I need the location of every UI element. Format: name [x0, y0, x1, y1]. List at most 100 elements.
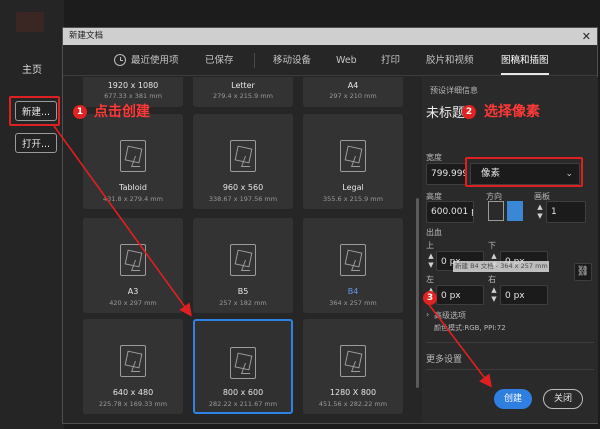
document-icon	[340, 244, 366, 276]
dialog-titlebar: 新建文档 ✕	[63, 28, 597, 45]
artboards-stepper-icon[interactable]: ▲ ▼	[536, 203, 544, 221]
advanced-options-toggle[interactable]: 高级选项	[434, 310, 466, 321]
preset-size: 338.67 x 197.56 mm	[208, 195, 278, 203]
bleed-right-stepper-icon[interactable]: ▲ ▼	[490, 286, 498, 304]
divider	[426, 342, 594, 343]
artboards-input[interactable]: 1	[546, 201, 586, 223]
document-icon	[340, 345, 366, 377]
preset-card[interactable]: A3 420 x 297 mm	[83, 218, 183, 313]
document-icon	[120, 345, 146, 377]
divider	[426, 369, 594, 370]
close-button[interactable]: 关闭	[543, 389, 583, 409]
preset-name: B4	[347, 287, 359, 296]
preset-name: 1920 x 1080	[107, 81, 159, 90]
preset-name: Legal	[342, 183, 364, 192]
preset-card[interactable]: Legal 355.6 x 215.9 mm	[303, 114, 403, 209]
portrait-orientation-icon[interactable]	[488, 201, 504, 221]
step-1-badge: 1	[73, 105, 87, 119]
preset-size: 257 x 182 mm	[219, 299, 267, 307]
document-icon	[230, 140, 256, 172]
step-2-badge: 2	[462, 105, 476, 119]
bleed-top-label: 上	[426, 241, 434, 250]
preset-name: 640 x 480	[112, 388, 154, 397]
preset-name: 800 x 600	[222, 388, 264, 397]
preset-size: 677.33 x 381 mm	[104, 92, 162, 100]
preset-name: Tabloid	[119, 183, 147, 192]
preset-size: 297 x 210 mm	[329, 92, 377, 100]
preset-size: 282.22 x 211.67 mm	[208, 400, 278, 408]
tab-mobile[interactable]: 移动设备	[273, 45, 311, 76]
color-mode-text: 颜色模式:RGB, PPI:72	[434, 324, 506, 332]
tab-web[interactable]: Web	[336, 45, 357, 76]
height-input[interactable]: 600.001 px	[426, 201, 474, 223]
preset-size: 225.78 x 169.33 mm	[98, 400, 168, 408]
preset-name: A4	[347, 81, 359, 90]
document-icon	[230, 347, 256, 379]
preset-grid: 1920 x 1080 677.33 x 381 mm Letter 279.4…	[72, 77, 414, 415]
preset-size: 355.6 x 215.9 mm	[323, 195, 383, 203]
bleed-left-label: 左	[426, 275, 434, 284]
document-icon	[120, 140, 146, 172]
tab-art-illustration[interactable]: 图稿和插图	[501, 45, 549, 76]
clock-icon	[114, 54, 126, 66]
document-icon	[120, 244, 146, 276]
width-input[interactable]: 799.999 px	[426, 163, 466, 185]
tab-film-video[interactable]: 胶片和视频	[426, 45, 474, 76]
preset-size: 364 x 257 mm	[329, 299, 377, 307]
preset-size: 420 x 297 mm	[109, 299, 157, 307]
preset-card[interactable]: B4 364 x 257 mm	[303, 218, 403, 313]
bleed-right-label: 右	[488, 275, 496, 284]
open-button[interactable]: 打开...	[15, 133, 57, 153]
new-button-highlight	[9, 96, 60, 126]
bleed-right-input[interactable]: 0 px	[500, 285, 548, 305]
landscape-orientation-icon[interactable]	[507, 201, 523, 221]
tab-recent[interactable]: 最近使用项	[131, 45, 179, 76]
document-icon	[230, 244, 256, 276]
preset-scrollbar[interactable]	[416, 198, 419, 388]
dialog-close-icon[interactable]: ✕	[582, 28, 591, 45]
preset-name: 960 x 560	[222, 183, 264, 192]
new-document-dialog: 新建文档 ✕ 最近使用项 已保存 移动设备 Web 打印 胶片和视频 图稿和插图…	[62, 27, 598, 424]
bleed-label: 出血	[426, 228, 442, 237]
preset-name: A3	[127, 287, 139, 296]
app-sidebar: 主页 新建... 打开...	[0, 0, 64, 429]
link-icon[interactable]: ⛓	[574, 263, 592, 281]
step-1-annotation: 点击创建	[94, 104, 150, 120]
chevron-right-icon[interactable]: ›	[426, 310, 429, 319]
dialog-title: 新建文档	[69, 31, 104, 41]
preset-card[interactable]: Tabloid 431.8 x 279.4 mm	[83, 114, 183, 209]
app-logo	[16, 12, 44, 32]
create-button[interactable]: 创建	[494, 389, 532, 409]
step-2-annotation: 选择像素	[484, 104, 540, 120]
details-section-label: 预设详细信息	[430, 86, 478, 95]
preset-card[interactable]: B5 257 x 182 mm	[193, 218, 293, 313]
document-icon	[340, 140, 366, 172]
preset-card[interactable]: 640 x 480 225.78 x 169.33 mm	[83, 319, 183, 414]
preset-size: 431.8 x 279.4 mm	[103, 195, 163, 203]
preset-card[interactable]: 1280 X 800 451.56 x 282.22 mm	[303, 319, 403, 414]
preset-card[interactable]: Letter 279.4 x 215.9 mm	[193, 77, 293, 107]
step-3-badge: 3	[423, 291, 437, 305]
tab-saved[interactable]: 已保存	[205, 45, 234, 76]
preset-card[interactable]: 960 x 560 338.67 x 197.56 mm	[193, 114, 293, 209]
bleed-top-stepper-icon[interactable]: ▲ ▼	[427, 252, 435, 270]
preset-size: 279.4 x 215.9 mm	[213, 92, 273, 100]
preset-name: B5	[237, 287, 249, 296]
more-settings-link[interactable]: 更多设置	[426, 352, 462, 365]
category-tabs: 最近使用项 已保存 移动设备 Web 打印 胶片和视频 图稿和插图	[63, 45, 597, 76]
home-label[interactable]: 主页	[22, 61, 42, 76]
unit-select-highlight	[465, 157, 583, 187]
preset-tooltip: 新建 B4 文档 - 364 x 257 mm	[453, 261, 549, 272]
tab-print[interactable]: 打印	[381, 45, 400, 76]
preset-name: Letter	[231, 81, 255, 90]
bleed-left-input[interactable]: 0 px	[436, 285, 484, 305]
preset-size: 451.56 x 282.22 mm	[318, 400, 388, 408]
width-label: 宽度	[426, 153, 442, 162]
tab-separator	[254, 53, 255, 68]
preset-card-selected[interactable]: 800 x 600 282.22 x 211.67 mm	[193, 319, 293, 414]
document-title-input[interactable]: 未标题	[426, 102, 465, 121]
preset-name: 1280 X 800	[329, 388, 377, 397]
preset-details-panel: 预设详细信息 未标题 宽度 799.999 px 像素 ⌄ 高度 600.001…	[422, 77, 598, 423]
preset-card[interactable]: A4 297 x 210 mm	[303, 77, 403, 107]
bleed-bottom-label: 下	[488, 241, 496, 250]
